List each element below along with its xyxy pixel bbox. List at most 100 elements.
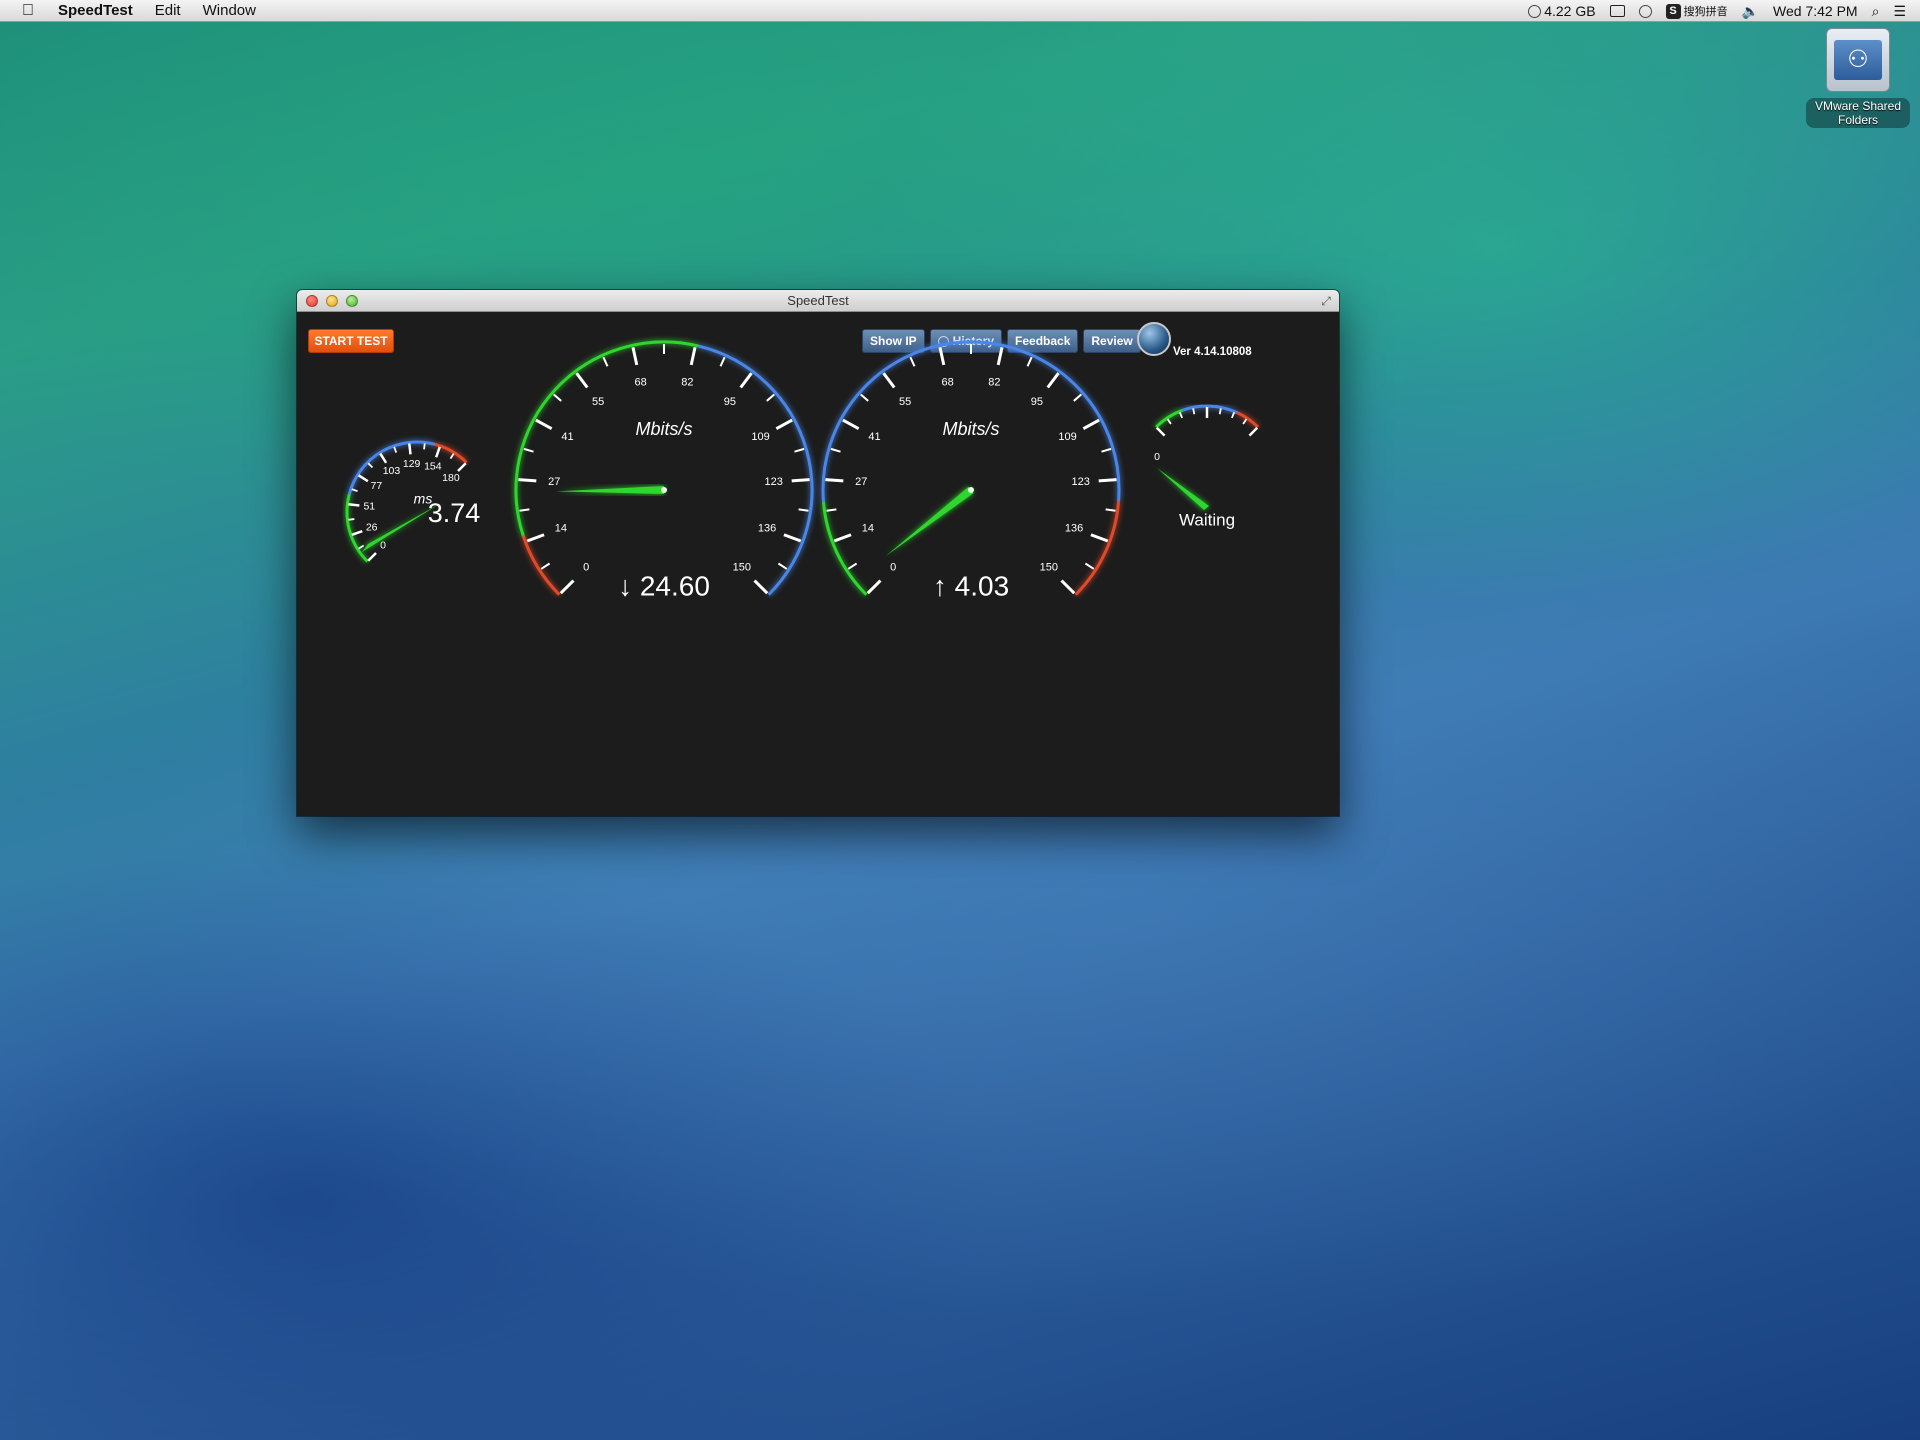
gauge-minor-tick [1242,418,1248,425]
gauge-major-tick [938,347,946,366]
gauge-minor-tick [348,518,355,521]
notification-center-icon[interactable]: ☰ [1893,3,1906,20]
gauge-minor-tick [1084,562,1095,570]
desktop-icon-label: VMware Shared Folders [1806,98,1910,128]
gauge-tick-label: 51 [363,500,375,512]
gauge-minor-tick [1218,408,1222,415]
menu-window[interactable]: Window [203,2,256,19]
gauge-major-tick [783,533,802,543]
gauge-tick-label: 14 [555,522,567,534]
memory-status[interactable]: 4.22 GB [1528,3,1596,19]
gauge-tick-label: 103 [383,465,401,477]
gauge-minor-tick [719,356,726,367]
menu-edit[interactable]: Edit [155,2,181,19]
gauge-needle-hub [661,487,667,493]
gauge-status-text: Waiting [1179,510,1235,529]
gauge-minor-tick [393,446,398,453]
gauge-tick-label: 14 [862,522,874,534]
gauge-value-readout: ↑ 4.03 [933,570,1009,601]
input-method[interactable]: S 搜狗拼音 [1665,3,1728,19]
gauges-canvas: 0265177103129 154180ms3.74 01427415568 829… [345,340,1259,601]
gauge-tick-label: 68 [941,376,953,388]
gauge-major-tick [882,372,896,389]
speedtest-window: SpeedTest ⤢ START TEST Show IP History F… [297,290,1339,816]
gauge-tick-label: 109 [751,431,769,443]
gauge-minor-tick [798,508,809,512]
gauge-minor-tick [1101,447,1112,453]
gauge-minor-tick [826,508,837,512]
gauge-minor-tick [1178,412,1183,419]
gauge-tick-label: 77 [371,480,383,492]
gauge-minor-tick [367,462,374,469]
gauge-unit-label: Mbits/s [942,419,999,439]
spotlight-icon[interactable]: ⌕ [1872,3,1880,20]
gauge-major-tick [518,478,537,483]
gauge-arc-segment [821,501,868,596]
gauge-tick-label: 27 [548,476,560,488]
desktop-icon-vmware-shared-folders[interactable]: ⚇ VMware Shared Folders [1800,28,1916,129]
menu-app-name[interactable]: SpeedTest [58,2,133,19]
gauge-arc-segment [1074,501,1121,596]
gauge-needle [885,486,974,557]
gauge-major-tick [739,372,753,389]
gauge-tick-label: 95 [1031,396,1043,408]
gauge-major-tick [1060,579,1076,595]
gauge-minor-tick [909,356,916,367]
gauge-tick-label: 123 [1072,476,1090,488]
gauge-minor-tick [777,562,788,570]
gauge-tick-label: 150 [733,562,751,574]
gauge-major-tick [367,552,377,562]
gauge-tick-label: 26 [366,522,378,534]
gauge-major-tick [408,443,412,455]
menu-extras: 4.22 GB S 搜狗拼音 🔈 Wed 7:42 PM ⌕ ☰ [1528,0,1906,22]
gauge-major-tick [1082,418,1100,430]
gauge-major-tick [526,533,545,543]
gauge-tick-label: 68 [634,376,646,388]
gauge-minor-tick [449,453,455,460]
gauge-needle [556,486,665,494]
gauge-minor-tick [1105,508,1116,512]
gauge-major-tick [457,462,467,472]
time-machine-icon[interactable] [1638,4,1652,18]
volume-icon[interactable]: 🔈 [1742,3,1759,20]
gauge-minor-tick [860,393,869,402]
gauge-tick-label: 0 [583,562,589,574]
gauge-arc-segment [521,535,561,596]
apple-icon[interactable]:  [16,2,40,20]
gauge-minor-tick [1192,408,1196,415]
gauge-tick-label: 0 [380,540,386,552]
shared-folders-icon: ⚇ [1826,28,1890,92]
gauge-tick-label: 82 [681,376,693,388]
gauge-minor-tick [540,562,551,570]
gauge-tick-label: 41 [561,431,573,443]
gauge-needle [1157,468,1209,510]
gauge-arc-segment [514,340,699,537]
gauge-arc-segment [1236,411,1259,429]
gauge-arc-segment [1181,404,1239,415]
gauge-minor-tick [1231,412,1236,419]
gauge-tick-label: 41 [868,431,880,443]
memory-text: 4.22 GB [1544,3,1596,19]
gauge-tick-label: 55 [899,396,911,408]
gauge-minor-tick [602,356,609,367]
gauge-major-tick [753,579,769,595]
gauge-minor-tick [519,508,530,512]
download-gauge: 0 14 27 41 55 68 82 95 109 123 136 150 Mbits/s ↓ 24.6… [514,340,814,601]
gauge-minor-tick [830,447,841,453]
gauge-tick-label: 150 [1040,562,1058,574]
gauge-major-tick [1155,426,1166,437]
gauge-minor-tick [358,544,365,550]
gauge-tick-label: 27 [855,476,867,488]
gauge-major-tick [434,446,441,458]
gauge-tick-label: 0 [1154,451,1160,463]
gauge-tick-label: 109 [1058,431,1076,443]
gauge-major-tick [825,478,844,483]
gauge-major-tick [866,579,882,595]
memory-icon [1528,4,1542,18]
menu-clock[interactable]: Wed 7:42 PM [1773,3,1858,19]
status-gauge: 0 Waiting [1154,404,1259,529]
battery-icon[interactable] [1609,5,1625,17]
gauge-major-tick [791,478,810,483]
gauge-major-tick [575,372,589,389]
gauge-needle-hub [968,487,974,493]
